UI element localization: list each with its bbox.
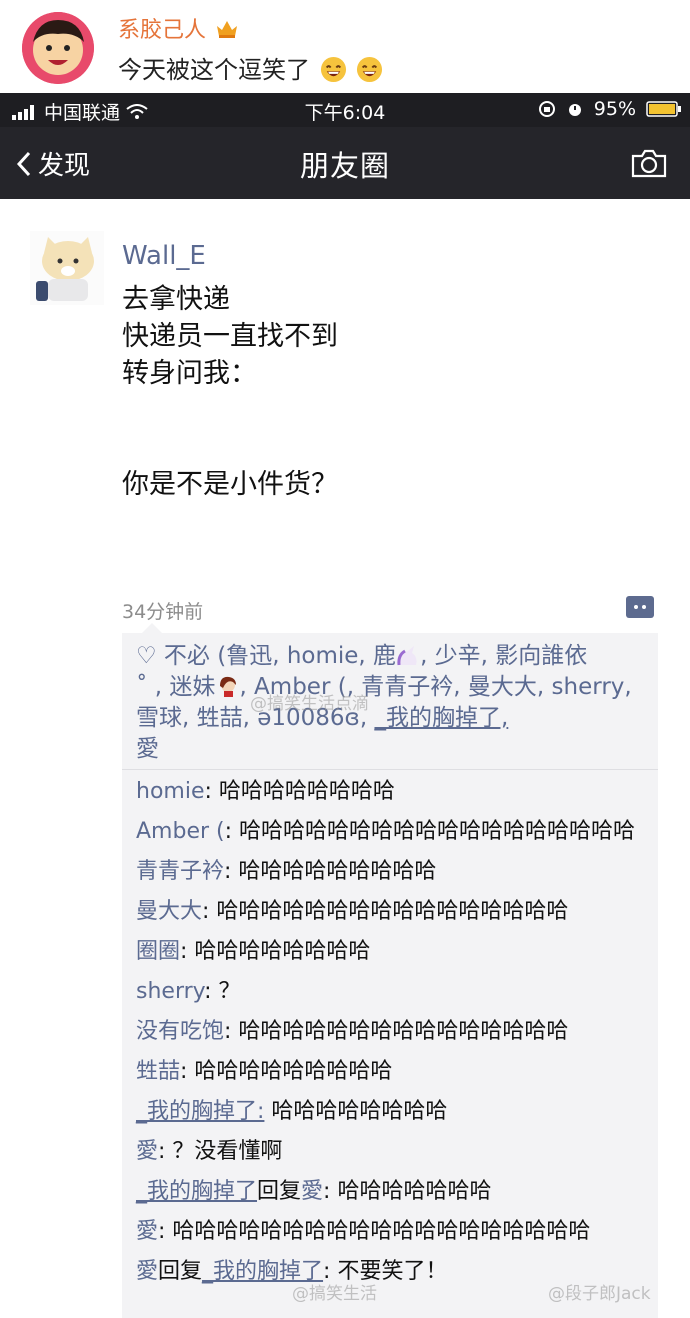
- comment-row[interactable]: 没有吃饱: 哈哈哈哈哈哈哈哈哈哈哈哈哈哈哈: [136, 1017, 648, 1046]
- comment-text: 哈哈哈哈哈哈哈哈哈哈哈哈哈哈哈哈: [216, 899, 569, 924]
- weibo-post-text: 今天被这个逗笑了: [118, 50, 383, 85]
- comment-author[interactable]: 圈圈: [136, 939, 180, 964]
- page-title: 朋友圈: [299, 149, 390, 183]
- grin-emoji-icon: [320, 56, 346, 83]
- comment-separator: :: [204, 779, 219, 804]
- comment-row[interactable]: 青青子衿: 哈哈哈哈哈哈哈哈哈: [136, 857, 648, 886]
- comment-author[interactable]: 没有吃饱: [136, 1019, 224, 1044]
- comment-text: 哈哈哈哈哈哈哈哈哈哈哈哈哈哈哈: [238, 1019, 569, 1044]
- comment-row[interactable]: _我的胸掉了: 哈哈哈哈哈哈哈哈: [136, 1097, 648, 1126]
- comment-separator: :: [323, 1179, 338, 1204]
- camera-icon[interactable]: [630, 147, 668, 179]
- comment-separator: :: [180, 1059, 195, 1084]
- status-right: 95%: [538, 98, 682, 120]
- battery-percent: 95%: [593, 98, 636, 120]
- comment-text: 哈哈哈哈哈哈哈哈哈哈哈哈哈哈哈哈哈哈哈: [172, 1219, 591, 1244]
- post-timestamp: 34分钟前: [122, 601, 204, 623]
- watermark: @搞笑生活: [292, 1284, 377, 1304]
- comment-row[interactable]: 曼大大: 哈哈哈哈哈哈哈哈哈哈哈哈哈哈哈哈: [136, 897, 648, 926]
- comment-row[interactable]: _我的胸掉了回复愛: 哈哈哈哈哈哈哈: [136, 1177, 648, 1206]
- reply-target[interactable]: 愛: [301, 1179, 323, 1204]
- unicorn-emoji-icon: [397, 646, 417, 666]
- comment-author[interactable]: homie: [136, 779, 204, 804]
- reply-word: 回复: [257, 1179, 302, 1204]
- comment-text: 哈哈哈哈哈哈哈: [337, 1179, 492, 1204]
- post-content: 去拿快递 快递员一直找不到 转身问我： 你是不是小件货？: [122, 284, 338, 500]
- comment-text: ？: [218, 979, 241, 1004]
- comment-author[interactable]: sherry: [136, 979, 204, 1004]
- comment-author[interactable]: _我的胸掉了:: [136, 1099, 264, 1124]
- comments-list: homie: 哈哈哈哈哈哈哈哈 Amber (: 哈哈哈哈哈哈哈哈哈哈哈哈哈哈哈哈…: [136, 777, 648, 1297]
- comment-text: ？没看懂啊: [172, 1139, 283, 1164]
- comment-separator: :: [158, 1139, 173, 1164]
- alarm-icon: [568, 104, 581, 116]
- comment-text: 哈哈哈哈哈哈哈哈哈: [238, 859, 437, 884]
- weibo-username[interactable]: 系胶己人: [118, 12, 239, 44]
- comment-author[interactable]: 愛: [136, 1259, 158, 1284]
- comment-text: 哈哈哈哈哈哈哈哈哈: [194, 1059, 393, 1084]
- watermark: @段子郎Jack: [548, 1284, 651, 1304]
- comment-row[interactable]: 甡喆: 哈哈哈哈哈哈哈哈哈: [136, 1057, 648, 1086]
- comment-author[interactable]: 青青子衿: [136, 859, 224, 884]
- likes-comments-box: ♡ 不必 (鲁迅, homie, 鹿 , 少辛, 影向誰依 ˚ , 迷妹 , Am…: [122, 623, 658, 1318]
- comment-separator: :: [180, 939, 195, 964]
- rotation-lock-icon: [538, 101, 555, 117]
- status-bar: 中国联通 下午6:04 95%: [0, 93, 690, 127]
- author-avatar[interactable]: [30, 231, 104, 305]
- comment-author[interactable]: 曼大大: [136, 899, 202, 924]
- comment-text: 哈哈哈哈哈哈哈哈哈哈哈哈哈哈哈哈哈哈: [239, 819, 636, 844]
- comment-row[interactable]: homie: 哈哈哈哈哈哈哈哈: [136, 777, 648, 806]
- likes-divider: [122, 769, 658, 770]
- weibo-avatar[interactable]: [22, 12, 94, 84]
- comment-author[interactable]: 愛: [136, 1219, 158, 1244]
- likes-list: ♡ 不必 (鲁迅, homie, 鹿 , 少辛, 影向誰依 ˚ , 迷妹 , Am…: [136, 643, 632, 762]
- moments-feed: Wall_E 去拿快递 快递员一直找不到 转身问我： 你是不是小件货？ 34分钟…: [0, 199, 690, 1318]
- crown-badge-icon: [217, 21, 238, 38]
- reply-word: 回复: [158, 1259, 203, 1284]
- comment-row[interactable]: Amber (: 哈哈哈哈哈哈哈哈哈哈哈哈哈哈哈哈哈哈: [136, 817, 648, 846]
- phone-screenshot: 中国联通 下午6:04 95% 发现 朋友圈 Wall_E 去拿快递 快递员一直…: [0, 93, 690, 1318]
- watermark: @搞笑生活点滴: [250, 694, 369, 714]
- comment-author[interactable]: Amber (: [136, 819, 225, 844]
- comment-action-icon[interactable]: [626, 596, 654, 618]
- comment-separator: :: [224, 819, 240, 844]
- battery-icon: [646, 101, 681, 117]
- heart-icon: ♡: [136, 643, 157, 669]
- comment-separator: :: [224, 859, 239, 884]
- nav-bar: 发现 朋友圈: [0, 127, 690, 199]
- comment-separator: :: [224, 1019, 239, 1044]
- comment-row[interactable]: 愛: ？没看懂啊: [136, 1137, 648, 1166]
- comment-author[interactable]: _我的胸掉了: [136, 1179, 257, 1204]
- comment-row[interactable]: 愛: 哈哈哈哈哈哈哈哈哈哈哈哈哈哈哈哈哈哈哈: [136, 1217, 648, 1246]
- author-name[interactable]: Wall_E: [122, 241, 206, 271]
- comment-text: 哈哈哈哈哈哈哈哈: [218, 779, 395, 804]
- comment-text: 哈哈哈哈哈哈哈哈: [271, 1099, 448, 1124]
- comment-separator: :: [202, 899, 217, 924]
- comment-row[interactable]: sherry: ？: [136, 977, 648, 1006]
- weibo-post-header: 系胶己人 今天被这个逗笑了: [0, 0, 690, 93]
- comment-author[interactable]: 甡喆: [136, 1059, 180, 1084]
- grin-emoji-icon: [357, 56, 383, 83]
- comment-text: 哈哈哈哈哈哈哈哈: [194, 939, 371, 964]
- comment-row[interactable]: 圈圈: 哈哈哈哈哈哈哈哈: [136, 937, 648, 966]
- comment-separator: :: [204, 979, 219, 1004]
- comment-separator: :: [158, 1219, 173, 1244]
- girl-emoji-icon: [220, 676, 237, 697]
- comment-author[interactable]: 愛: [136, 1139, 158, 1164]
